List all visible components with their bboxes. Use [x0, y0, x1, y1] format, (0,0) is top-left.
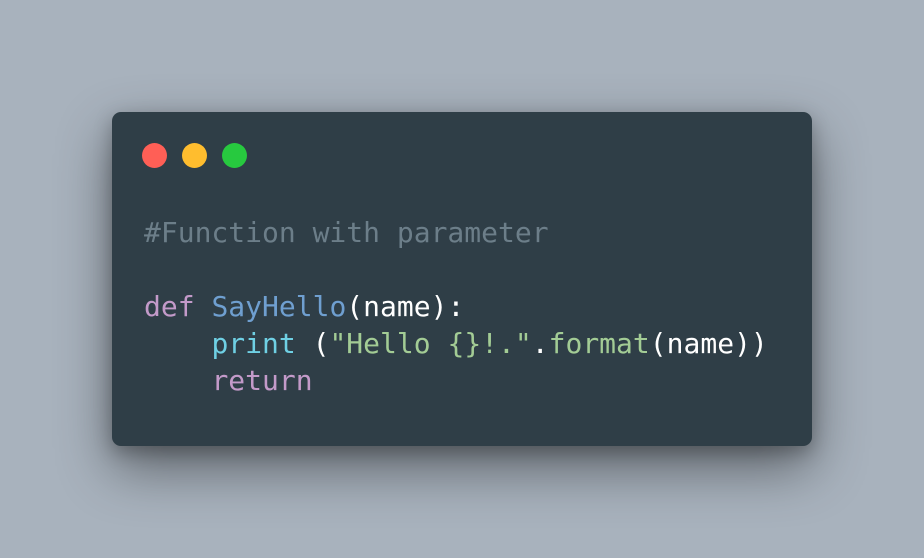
- code-line-return: return: [144, 362, 768, 399]
- paren-close-colon-token: ):: [430, 290, 465, 323]
- code-line-print: print ("Hello {}!.".format(name)): [144, 325, 768, 362]
- indent-token: [144, 327, 211, 360]
- code-window: #Function with parameter def SayHello(nam…: [112, 112, 812, 446]
- code-line-def: def SayHello(name):: [144, 288, 768, 325]
- arg-token: name: [666, 327, 735, 360]
- paren-open-token: (: [346, 290, 364, 323]
- minimize-window-dot[interactable]: [182, 143, 207, 168]
- param-token: name: [363, 290, 431, 323]
- keyword-return: return: [211, 364, 313, 397]
- function-name-token: SayHello: [211, 290, 347, 323]
- code-block: #Function with parameter def SayHello(nam…: [144, 214, 768, 399]
- maximize-window-dot[interactable]: [222, 143, 247, 168]
- keyword-def: def: [144, 290, 195, 323]
- comment-token: #Function with parameter: [144, 216, 549, 249]
- dot-token: .: [531, 327, 549, 360]
- close-window-dot[interactable]: [142, 143, 167, 168]
- builtin-print: print: [211, 327, 296, 360]
- string-token: "Hello {}!.": [329, 327, 532, 360]
- method-format: format: [548, 327, 650, 360]
- indent-token: [144, 364, 211, 397]
- space-paren-token: (: [295, 327, 330, 360]
- paren-open-token: (: [649, 327, 667, 360]
- paren-close-token: )): [734, 327, 768, 360]
- code-line-comment: #Function with parameter: [144, 214, 768, 251]
